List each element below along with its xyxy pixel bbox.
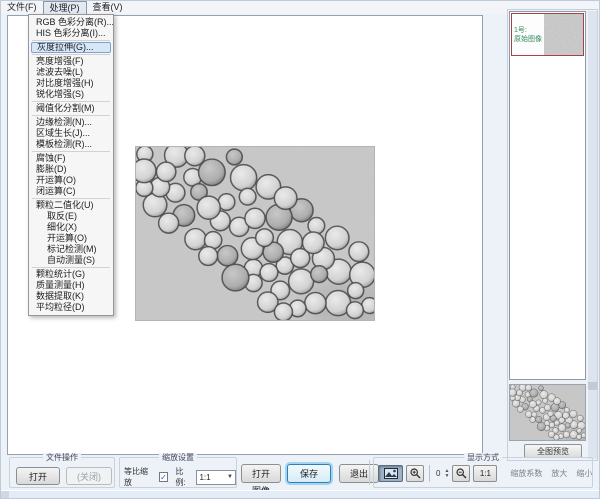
sidebar: 1号: 原始图像 全图预览 [507, 9, 598, 461]
app-window: 文件(F)处理(P)查看(V) RGB 色彩分离(R)...HIS 色彩分离(I… [0, 0, 600, 499]
resize-grip[interactable] [1, 491, 9, 499]
zoom-group-label: 缩放设置 [159, 453, 197, 462]
menu-item-0[interactable]: RGB 色彩分离(R)... [29, 17, 113, 28]
image-list-item-label: 1号: 原始图像 [512, 26, 544, 44]
image-index-label: 1号: [514, 26, 544, 35]
zoom-out-button[interactable] [452, 465, 470, 482]
menu-item-17[interactable]: 膨胀(D) [29, 164, 113, 175]
zoom-step-value: 0 [435, 469, 441, 478]
display-group: 显示方式 0 ▲ ▼ [373, 457, 593, 488]
magnifier-minus-icon [456, 468, 467, 479]
menu-item-30[interactable]: 数据提取(K) [29, 291, 113, 302]
image-list-thumbnail [544, 14, 583, 55]
menu-separator [32, 198, 110, 199]
menu-item-8[interactable]: 锐化增强(S) [29, 89, 113, 100]
preview-button[interactable]: 全图预览 [524, 444, 582, 458]
ratio-label: 比例: [175, 466, 193, 488]
navigator-thumbnail[interactable] [509, 384, 586, 441]
menu-item-21[interactable]: 颗粒二值化(U) [29, 200, 113, 211]
zoom-factor-label-2: 缩小 [576, 468, 592, 479]
zoom-group: 缩放设置 等比缩放 ✓ 比例: 1:1 ▼ [119, 457, 237, 488]
menu-item-24[interactable]: 开运算(O) [29, 233, 113, 244]
processing-menu-dropdown: RGB 色彩分离(R)...HIS 色彩分离(I)... 灰度拉伸(G)... 亮度… [28, 14, 114, 316]
save-button[interactable]: 保存 [287, 464, 331, 483]
menu-item-22[interactable]: 取反(E) [29, 211, 113, 222]
menu-item-23[interactable]: 细化(X) [29, 222, 113, 233]
image-list-item[interactable]: 1号: 原始图像 [511, 13, 584, 56]
ratio-combobox[interactable]: 1:1 ▼ [196, 470, 236, 485]
scrollbar[interactable] [588, 11, 597, 459]
keep-ratio-checkbox[interactable]: ✓ [159, 472, 169, 482]
menu-item-25[interactable]: 标记检测(M) [29, 244, 113, 255]
keep-ratio-label: 等比缩放 [124, 466, 156, 488]
file-group: 文件操作 打开 (关闭) [9, 457, 115, 488]
menu-item-5[interactable]: 亮度增强(F) [29, 56, 113, 67]
tem-image [135, 146, 375, 321]
menu-separator [32, 151, 110, 152]
menubar-item-0[interactable]: 文件(F) [1, 1, 43, 14]
menu-item-26[interactable]: 自动测量(S) [29, 255, 113, 266]
menu-separator [32, 40, 110, 41]
open-button[interactable]: 打开 [16, 467, 60, 485]
close-button: (关闭) [66, 467, 112, 485]
status-bar [1, 490, 600, 499]
menu-item-10[interactable]: 阈值化分割(M) [29, 103, 113, 114]
menu-item-7[interactable]: 对比度增强(H) [29, 78, 113, 89]
zoom-in-button[interactable] [406, 465, 424, 482]
menu-item-12[interactable]: 边缘检测(N)... [29, 117, 113, 128]
spinner-down-icon[interactable]: ▼ [444, 474, 449, 479]
menu-item-16[interactable]: 腐蚀(F) [29, 153, 113, 164]
menu-item-6[interactable]: 滤波去噪(L) [29, 67, 113, 78]
menu-item-13[interactable]: 区域生长(J)... [29, 128, 113, 139]
image-list[interactable]: 1号: 原始图像 [509, 11, 586, 380]
menu-item-19[interactable]: 闭运算(C) [29, 186, 113, 197]
image-name-label: 原始图像 [514, 35, 544, 44]
file-group-label: 文件操作 [43, 453, 81, 462]
toolbar-separator [429, 465, 430, 482]
menu-separator [32, 101, 110, 102]
menu-item-29[interactable]: 质量测量(H) [29, 280, 113, 291]
ratio-value: 1:1 [199, 473, 210, 482]
actual-size-button[interactable]: 1:1 [473, 465, 497, 482]
menu-item-14[interactable]: 模板检测(R)... [29, 139, 113, 150]
menu-separator [32, 54, 110, 55]
zoom-factor-label-1: 放大 [551, 468, 567, 479]
scrollbar-thumb[interactable] [588, 382, 597, 390]
toolbar-divider [369, 460, 370, 485]
menu-separator [32, 115, 110, 116]
menu-item-31[interactable]: 平均粒径(D) [29, 302, 113, 313]
menubar-item-2[interactable]: 查看(V) [87, 1, 129, 14]
open-image-button[interactable]: 打开图像 [241, 464, 281, 483]
menubar-item-1[interactable]: 处理(P) [43, 1, 87, 14]
menu-separator [32, 267, 110, 268]
menu-item-18[interactable]: 开运算(O) [29, 175, 113, 186]
magnifier-plus-icon [410, 468, 421, 479]
zoom-factor-labels: 缩放系数放大缩小复位 [510, 468, 600, 479]
menu-item-3[interactable]: 灰度拉伸(G)... [31, 42, 111, 53]
image-mode-button[interactable] [378, 465, 403, 482]
picture-icon [384, 468, 398, 479]
zoom-factor-label-0: 缩放系数 [510, 468, 542, 479]
chevron-down-icon: ▼ [227, 474, 233, 480]
display-group-label: 显示方式 [464, 453, 502, 462]
zoom-step-spinner[interactable]: ▲ ▼ [444, 469, 449, 479]
menu-item-28[interactable]: 颗粒统计(G) [29, 269, 113, 280]
menu-item-1[interactable]: HIS 色彩分离(I)... [29, 28, 113, 39]
